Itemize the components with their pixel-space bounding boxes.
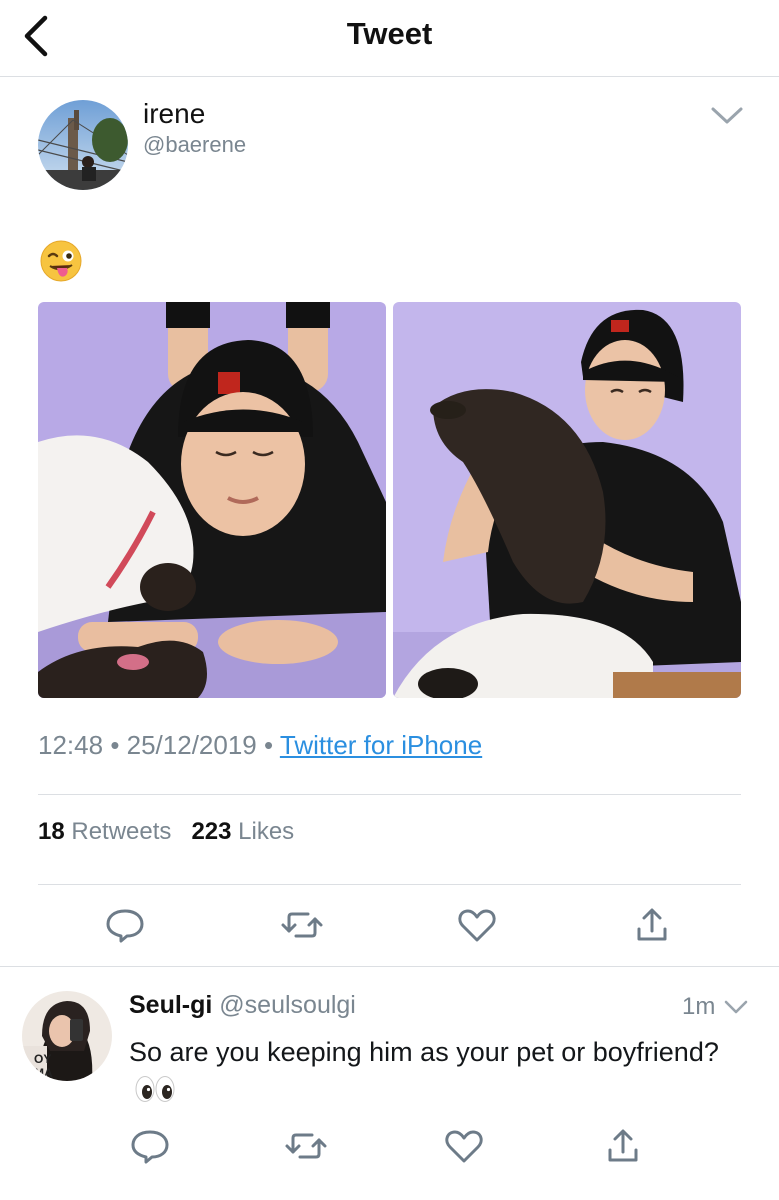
chevron-down-icon[interactable] (722, 996, 750, 1018)
tweet-stats: 18 Retweets 223 Likes (38, 818, 294, 846)
reply-time: 1m (682, 993, 716, 1020)
tweet-time: 12:48 (38, 730, 104, 760)
reply-text-content: So are you keeping him as your pet or bo… (129, 1037, 719, 1067)
meta-separator: • (264, 730, 280, 760)
meta-separator: • (110, 730, 127, 760)
heart-icon[interactable] (442, 1126, 486, 1166)
tweet-photo-1[interactable] (38, 302, 386, 698)
share-icon[interactable] (601, 1126, 645, 1166)
comment-icon[interactable] (103, 905, 147, 945)
retweets-label[interactable]: Retweets (71, 818, 171, 845)
heart-icon[interactable] (455, 905, 499, 945)
author-handle[interactable]: @baerene (143, 132, 246, 158)
likes-count[interactable]: 223 (191, 818, 231, 845)
retweet-icon[interactable] (280, 905, 324, 945)
comment-icon[interactable] (128, 1126, 172, 1166)
tweet-source-link[interactable]: Twitter for iPhone (280, 730, 482, 760)
reply-author-avatar[interactable]: OY MA (22, 991, 112, 1081)
reply-author: Seul-gi @seulsoulgi (129, 991, 356, 1020)
retweets-count[interactable]: 18 (38, 818, 65, 845)
likes-label[interactable]: Likes (238, 818, 294, 845)
tweet-photo-2[interactable] (393, 302, 741, 698)
svg-text:OY: OY (34, 1052, 51, 1066)
reply-author-name[interactable]: Seul-gi (129, 991, 212, 1019)
share-icon[interactable] (630, 905, 674, 945)
eyes-emoji-icon (135, 1076, 175, 1102)
svg-text:MA: MA (34, 1066, 53, 1080)
divider (38, 884, 741, 885)
chevron-down-icon[interactable] (708, 100, 746, 130)
section-divider (0, 966, 779, 967)
retweet-icon[interactable] (284, 1126, 328, 1166)
tweet-date: 25/12/2019 (126, 730, 257, 760)
author-avatar[interactable] (38, 100, 128, 190)
author-name[interactable]: irene (143, 98, 205, 130)
reply-author-handle[interactable]: @seulsoulgi (219, 991, 356, 1019)
winking-tongue-emoji-icon (40, 240, 82, 282)
reply-text: So are you keeping him as your pet or bo… (129, 1034, 729, 1106)
divider (38, 794, 741, 795)
tweet-meta: 12:48 • 25/12/2019 • Twitter for iPhone (38, 730, 482, 761)
page-title: Tweet (346, 16, 433, 51)
